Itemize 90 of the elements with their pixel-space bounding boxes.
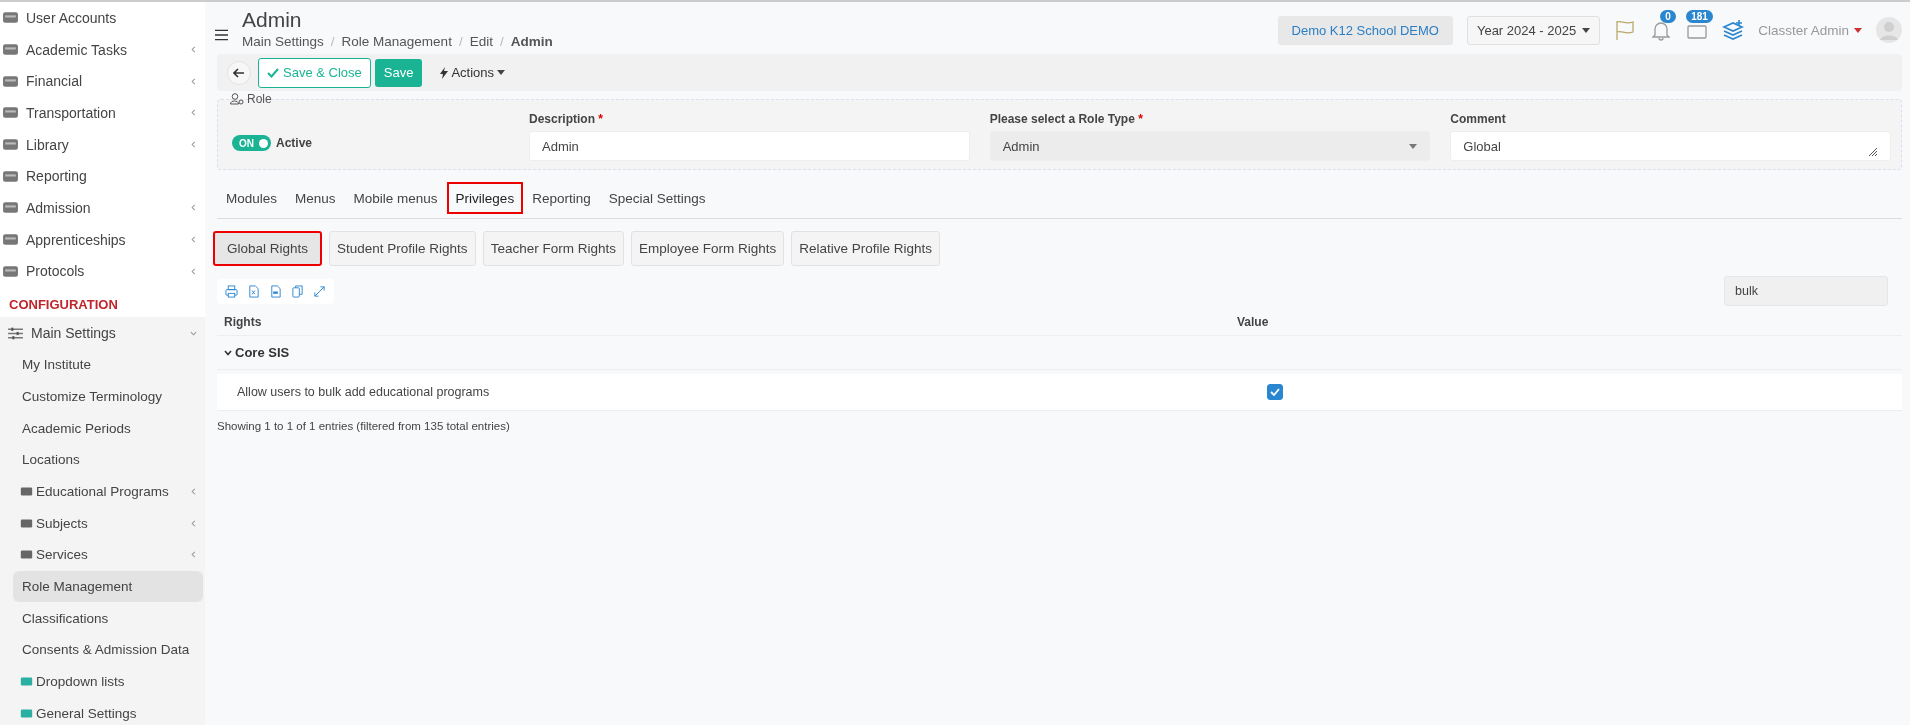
field-label: Comment <box>1450 112 1507 126</box>
lightning-icon <box>440 66 449 79</box>
sidebar-subitem[interactable]: Dropdown lists <box>0 665 205 698</box>
page-title: Admin <box>242 7 303 32</box>
menu-item-icon <box>19 484 34 498</box>
sidebar-item[interactable]: Library <box>0 128 205 161</box>
column-header: Value <box>1237 315 1270 329</box>
print-icon[interactable] <box>225 284 238 298</box>
sidebar-subitem[interactable]: Academic Periods <box>0 412 205 444</box>
menu-item-icon <box>19 516 34 530</box>
bell-icon[interactable] <box>1650 19 1673 41</box>
resize-handle-icon[interactable] <box>1868 147 1878 157</box>
school-badge[interactable]: Demo K12 School DEMO <box>1277 15 1453 45</box>
check-icon <box>267 67 279 78</box>
sidebar-item[interactable]: Academic Tasks <box>0 33 205 66</box>
subtab[interactable]: Teacher Form Rights <box>482 231 624 266</box>
subtab[interactable]: Global Rights <box>213 231 323 266</box>
menu-item-icon <box>19 548 34 562</box>
sidebar-item[interactable]: Protocols <box>0 255 205 288</box>
breadcrumb-item[interactable]: Main Settings <box>242 33 324 49</box>
breadcrumb-separator: / <box>499 33 504 49</box>
expand-icon[interactable] <box>313 284 326 298</box>
sidebar-subitem[interactable]: Educational Programs <box>0 475 205 508</box>
sidebar-item[interactable]: Reporting <box>0 160 205 193</box>
sidebar-subitem[interactable]: Role Management <box>13 570 203 603</box>
field-label: Description * <box>529 112 605 126</box>
subtab[interactable]: Employee Form Rights <box>630 231 785 266</box>
sidebar-item[interactable]: Admission <box>0 192 205 224</box>
toggle-label: Active <box>276 136 313 150</box>
user-cog-icon <box>230 93 244 105</box>
caret-icon <box>497 70 506 75</box>
copy-icon[interactable] <box>291 284 304 298</box>
sidebar-subitem[interactable]: Customize Terminology <box>0 380 205 413</box>
message-count: 181 <box>1686 10 1713 23</box>
column-header: Rights <box>223 315 263 329</box>
sidebar-item[interactable]: User Accounts <box>0 2 205 34</box>
sidebar-subitem[interactable]: Locations <box>0 443 205 476</box>
tab[interactable]: Modules <box>217 183 287 213</box>
menu-icon[interactable] <box>215 29 228 41</box>
check-icon <box>1270 388 1280 396</box>
role-type-select[interactable]: Admin <box>989 131 1431 161</box>
section-title: CONFIGURATION <box>8 296 119 315</box>
back-arrow-icon <box>233 67 245 78</box>
checkbox[interactable] <box>1267 384 1283 400</box>
sidebar-item[interactable]: Apprenticeships <box>0 223 205 256</box>
back-button[interactable] <box>227 60 251 85</box>
sidebar-item[interactable]: Main Settings <box>0 317 205 349</box>
caret-icon <box>1582 27 1591 33</box>
breadcrumb-separator: / <box>330 33 335 49</box>
tab[interactable]: Privileges <box>446 182 524 214</box>
field-label: Please select a Role Type * <box>989 112 1144 126</box>
panel-legend: Role <box>247 92 272 106</box>
sidebar-subitem[interactable]: My Institute <box>0 348 205 381</box>
breadcrumb-item[interactable]: Role Management <box>341 33 452 49</box>
year-select[interactable]: Year 2024 - 2025 <box>1466 15 1601 45</box>
flag-icon[interactable] <box>1614 19 1637 41</box>
layers-plus-icon[interactable] <box>1722 19 1745 41</box>
subtab[interactable]: Relative Profile Rights <box>791 231 941 266</box>
sidebar-item[interactable]: Transportation <box>0 97 205 129</box>
breadcrumb-item[interactable]: Edit <box>469 33 493 49</box>
sidebar-subitem[interactable]: General Settings <box>0 697 205 725</box>
csv-file-icon[interactable] <box>269 284 282 298</box>
actions-button[interactable]: Actions <box>434 64 512 81</box>
sidebar-subitem[interactable]: Services <box>0 539 205 571</box>
sidebar-subitem[interactable]: Consents & Admission Data <box>0 634 205 666</box>
sidebar-subitem[interactable]: Classifications <box>0 602 205 635</box>
caret-icon <box>1854 27 1862 33</box>
tab[interactable]: Special Settings <box>599 183 715 213</box>
tab[interactable]: Menus <box>286 183 345 213</box>
breadcrumb-item: Admin <box>510 33 553 49</box>
comment-field[interactable]: Global <box>1450 131 1891 161</box>
description-field[interactable]: Admin <box>529 131 970 161</box>
sidebar-subitem[interactable]: Subjects <box>0 507 205 539</box>
sidebar-item[interactable]: Financial <box>0 65 205 98</box>
subtab[interactable]: Student Profile Rights <box>329 231 476 266</box>
group-row[interactable]: Core SIS <box>217 336 1902 370</box>
chevron-icon <box>224 349 232 356</box>
table-cell-text: Allow users to bulk add educational programs <box>236 385 491 399</box>
tab[interactable]: Mobile menus <box>344 183 447 213</box>
menu-item-icon <box>19 706 34 720</box>
search-field[interactable]: bulk <box>1724 276 1888 306</box>
table-info: Showing 1 to 1 of 1 entries (filtered from 135 total entries) <box>217 420 511 432</box>
notification-count: 0 <box>1660 10 1676 23</box>
caret-icon <box>1409 143 1418 149</box>
tab[interactable]: Reporting <box>523 183 600 213</box>
excel-file-icon[interactable] <box>247 284 260 298</box>
chevron-icon <box>190 329 197 337</box>
menu-item-icon <box>19 675 34 689</box>
breadcrumb-separator: / <box>458 33 463 49</box>
group-label: Core SIS <box>235 345 290 360</box>
